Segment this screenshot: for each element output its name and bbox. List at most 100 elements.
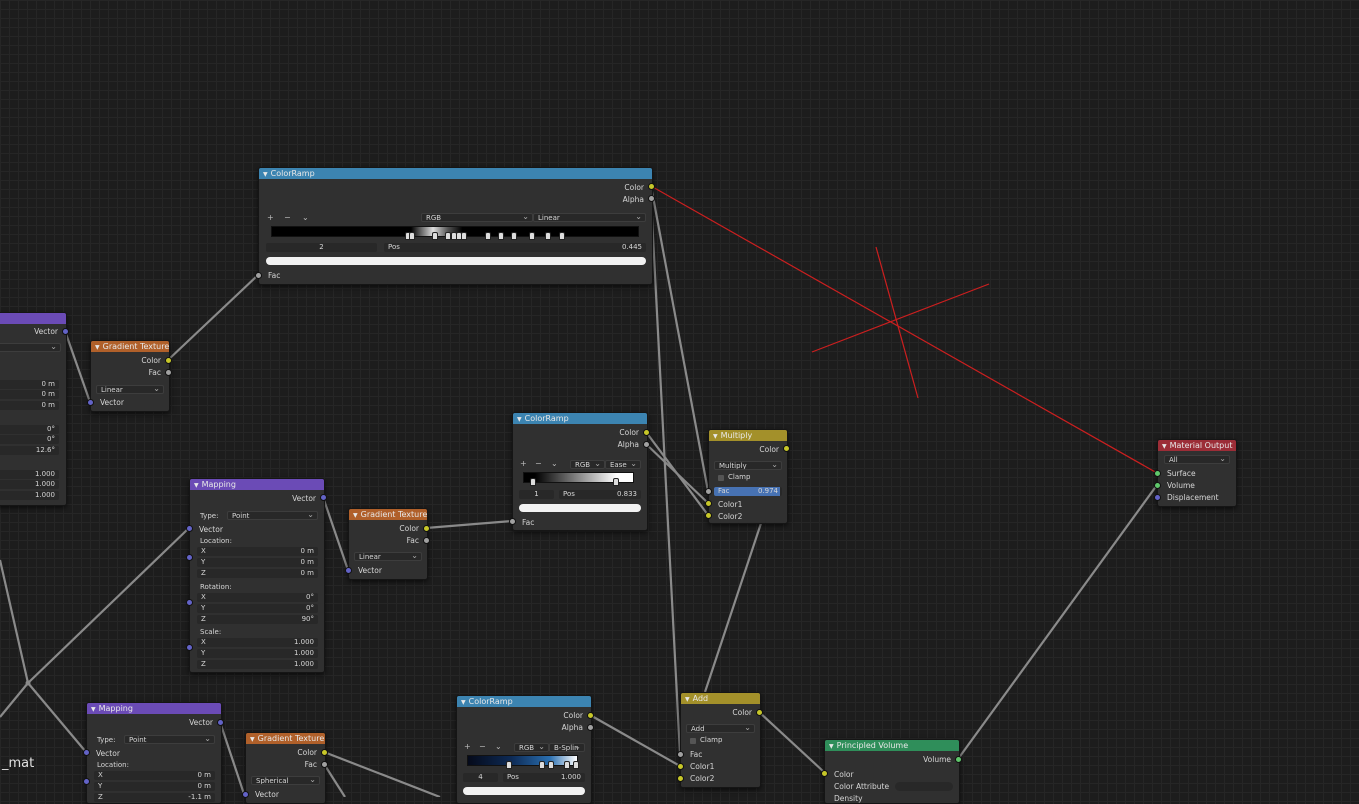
mapping-type-dropdown[interactable]: Point [227,511,318,520]
add-stop-button[interactable]: + [464,742,471,751]
stop-color-swatch[interactable] [519,504,641,512]
ramp-stop[interactable] [530,478,536,486]
active-stop-index[interactable]: 1 [519,490,554,499]
active-stop-index[interactable]: 4 [463,773,498,782]
gradient-texture-node-3[interactable]: ▼Gradient Texture Color Fac Spherical Ve… [245,732,326,804]
remove-stop-button[interactable]: − [535,459,542,468]
gradient2-fac-socket[interactable] [423,537,430,544]
ramp-stop[interactable] [564,761,570,769]
color-attribute-field[interactable] [895,782,953,791]
loc-z-field[interactable]: 0 m [0,401,59,410]
output-volume-socket[interactable] [1154,482,1161,489]
node-header[interactable]: ▼ Gradient Texture [91,341,169,352]
add-fac-socket[interactable] [677,751,684,758]
node-header[interactable] [0,313,66,324]
rot-y-field[interactable]: 0° [0,435,59,444]
scale-z-field[interactable]: Z 1.000 [197,660,318,669]
volume-color-socket[interactable] [821,770,828,777]
output-displacement-socket[interactable] [1154,494,1161,501]
node-header[interactable]: ▼ ColorRamp [457,696,591,707]
loc-y-field[interactable]: 0 m [0,390,59,399]
stop-color-swatch[interactable] [266,257,646,265]
add-color1-socket[interactable] [677,763,684,770]
ramp2-alpha-socket[interactable] [643,441,650,448]
mix-add-node[interactable]: ▼Add Color Add Clamp Fac Color1 Color2 [680,692,761,788]
mapping2-location-socket[interactable] [186,554,193,561]
color-mode-dropdown[interactable]: RGB [514,743,549,752]
gradient2-color-socket[interactable] [423,525,430,532]
interpolation-dropdown[interactable]: Ease [605,460,641,469]
stop-position-field[interactable]: Pos 0.445 [384,243,646,252]
ramp2-fac-socket[interactable] [509,518,516,525]
clamp-checkbox[interactable] [718,475,724,481]
scale-y-field[interactable]: 1.000 [0,480,59,489]
mapping-node-3[interactable]: ▼Mapping Vector Type: Point Vector Locat… [86,702,222,804]
colorramp-node-3[interactable]: ▼ColorRamp Color Alpha + − ⌄ RGB B-Splin… [456,695,592,804]
mapping3-out-vector-socket[interactable] [217,719,224,726]
ramp2-color-socket[interactable] [643,429,650,436]
color-mode-dropdown[interactable]: RGB [421,213,533,222]
type-dropdown[interactable] [0,343,61,352]
node-header[interactable]: ▼ Multiply [709,430,787,441]
mapping3-location-socket[interactable] [83,778,90,785]
loc-x-field[interactable]: 0 m [0,380,59,389]
location-y-field[interactable]: Y0 m [197,558,318,567]
stop-position-field[interactable]: Pos 1.000 [503,773,585,782]
gradient-texture-node-2[interactable]: ▼Gradient Texture Color Fac Linear Vecto… [348,508,428,580]
ramp-menu-button[interactable]: ⌄ [551,459,558,468]
ramp-stop[interactable] [506,761,512,769]
mapping3-in-vector-socket[interactable] [83,749,90,756]
multiply-color-out-socket[interactable] [783,445,790,452]
fac-slider[interactable]: Fac 0.974 [714,487,782,496]
location-z-field[interactable]: Z0 m [197,569,318,578]
ramp3-alpha-socket[interactable] [587,724,594,731]
blend-type-dropdown[interactable]: Add [686,724,755,733]
multiply-color1-socket[interactable] [705,500,712,507]
node-header[interactable]: ▼ ColorRamp [513,413,647,424]
add-color2-socket[interactable] [677,775,684,782]
active-stop-index[interactable]: 2 [266,243,377,252]
multiply-fac-socket[interactable] [705,488,712,495]
rot-z-field[interactable]: 12.6° [0,446,59,455]
ramp1-color-socket[interactable] [648,183,655,190]
partial-mapping-vector-socket[interactable] [62,328,69,335]
gradient2-vector-socket[interactable] [345,567,352,574]
node-header[interactable]: ▼ Mapping [190,479,324,490]
node-header[interactable]: ▼ Mapping [87,703,221,714]
stop-position-field[interactable]: Pos 0.833 [559,490,641,499]
gradient1-fac-socket[interactable] [165,369,172,376]
scale-z-field[interactable]: 1.000 [0,491,59,500]
interpolation-dropdown[interactable]: B-Splin [549,743,585,752]
gradient-type-dropdown[interactable]: Linear [96,385,164,394]
mapping-type-dropdown[interactable]: Point [124,735,215,744]
mapping2-scale-socket[interactable] [186,644,193,651]
gradient1-color-socket[interactable] [165,357,172,364]
material-output-node[interactable]: ▼Material Output All Surface Volume Disp… [1157,439,1237,507]
node-header[interactable]: ▼ Material Output [1158,440,1236,451]
location-y-field[interactable]: Y0 m [94,782,215,791]
ramp-stop[interactable] [613,478,619,486]
color-ramp-bar[interactable] [467,755,578,766]
mapping2-rotation-socket[interactable] [186,599,193,606]
ramp-stop[interactable] [573,761,579,769]
node-header[interactable]: ▼ Add [681,693,760,704]
add-color-out-socket[interactable] [756,709,763,716]
mapping2-out-vector-socket[interactable] [320,494,327,501]
mix-multiply-node[interactable]: ▼Multiply Color Multiply Clamp Fac0.974 … [708,429,788,524]
scale-x-field[interactable]: 1.000 [0,470,59,479]
render-target-dropdown[interactable]: All [1164,455,1230,464]
gradient-type-dropdown[interactable]: Linear [354,552,422,561]
volume-out-socket[interactable] [955,756,962,763]
ramp3-color-socket[interactable] [587,712,594,719]
rotation-y-field[interactable]: Y 0° [197,604,318,613]
ramp-menu-button[interactable]: ⌄ [495,742,502,751]
location-x-field[interactable]: X0 m [197,547,318,556]
rotation-x-field[interactable]: X 0° [197,593,318,602]
ramp1-fac-socket[interactable] [255,272,262,279]
ramp-stop[interactable] [539,761,545,769]
multiply-color2-socket[interactable] [705,512,712,519]
scale-y-field[interactable]: Y 1.000 [197,649,318,658]
node-header[interactable]: ▼ Gradient Texture [349,509,427,520]
colorramp-node-1[interactable]: ▼ColorRamp Color Alpha + − ⌄ RGB Linear … [258,167,653,285]
gradient1-vector-socket[interactable] [87,399,94,406]
